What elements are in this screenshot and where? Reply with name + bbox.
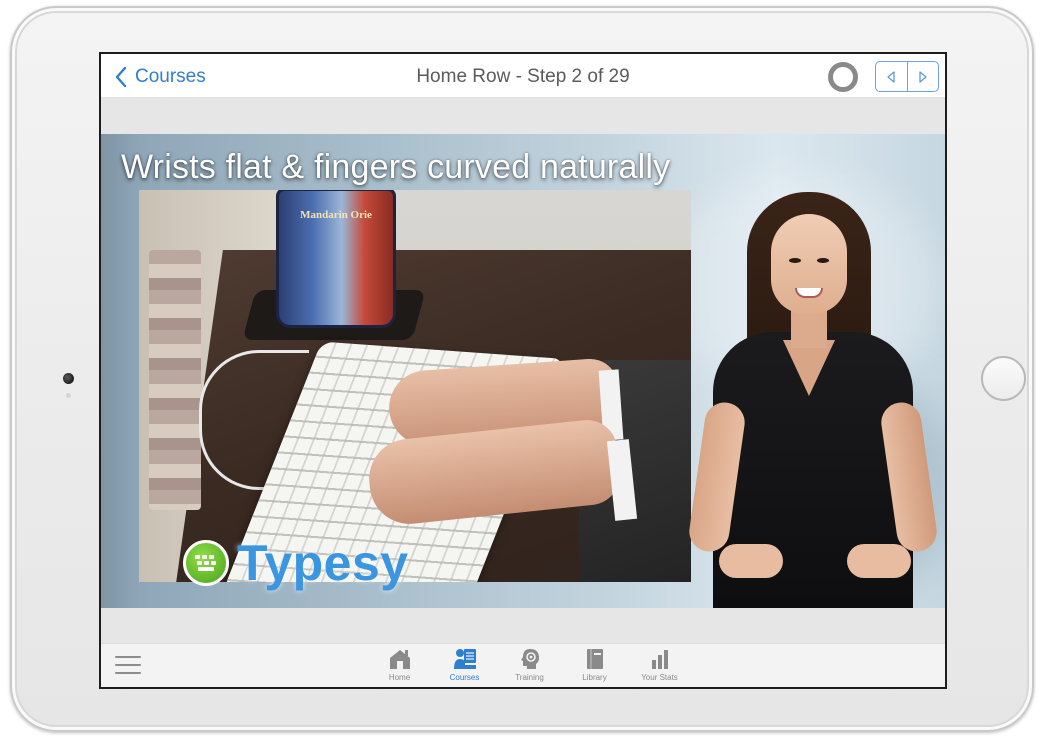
presenter-neckline (783, 340, 835, 396)
books (149, 250, 201, 510)
tab-list: Home Courses Training Library Your Stats (367, 647, 692, 682)
tab-your-stats[interactable]: Your Stats (627, 647, 692, 682)
presenter (683, 192, 945, 608)
video-bottom-margin (101, 608, 945, 647)
mug: Mandarin Orie (276, 190, 396, 328)
front-camera (63, 373, 74, 384)
lesson-video[interactable]: Mandarin Orie Wrists flat & fingers curv… (101, 134, 945, 608)
tab-library[interactable]: Library (562, 647, 627, 682)
tab-bar: Home Courses Training Library Your Stats (101, 643, 945, 687)
app-screen: Courses Home Row - Step 2 of 29 Mandarin… (99, 52, 947, 689)
presenter-neck (791, 308, 827, 348)
mug-text: Mandarin Orie (300, 209, 372, 221)
light-sensor (66, 393, 71, 398)
presenter-eye (817, 258, 829, 263)
stats-icon (651, 650, 668, 669)
courses-icon (453, 649, 476, 669)
presenter-face (771, 214, 847, 314)
triangle-left-icon (887, 70, 895, 83)
training-icon (520, 649, 539, 669)
tab-training-label: Training (515, 673, 544, 682)
keyboard-badge-icon (183, 540, 229, 586)
presenter-smile (795, 288, 823, 298)
home-hardware-button[interactable] (981, 356, 1026, 401)
tab-home[interactable]: Home (367, 647, 432, 682)
typesy-logo: Typesy (183, 534, 409, 592)
background-shade (101, 134, 141, 608)
presenter-hand (719, 544, 783, 578)
presenter-hand (847, 544, 911, 578)
hamburger-menu-icon[interactable] (115, 656, 141, 676)
typesy-wordmark: Typesy (237, 535, 409, 591)
next-step-button[interactable] (906, 62, 939, 91)
triangle-right-icon (919, 70, 927, 83)
presenter-eye (789, 258, 801, 263)
home-icon (389, 650, 410, 669)
tab-courses[interactable]: Courses (432, 647, 497, 682)
typing-demo-scene: Mandarin Orie (139, 190, 691, 582)
tab-courses-label: Courses (449, 673, 480, 682)
page-title: Home Row - Step 2 of 29 (416, 66, 630, 87)
tab-training[interactable]: Training (497, 647, 562, 682)
tab-your-stats-label: Your Stats (641, 673, 678, 682)
video-top-margin (101, 98, 945, 134)
tab-library-label: Library (582, 673, 607, 682)
progress-ring-icon[interactable] (828, 62, 858, 92)
step-navigation (875, 61, 939, 92)
video-caption: Wrists flat & fingers curved naturally (121, 148, 671, 186)
tab-home-label: Home (388, 673, 411, 682)
navigation-bar: Courses Home Row - Step 2 of 29 (101, 54, 945, 98)
previous-step-button[interactable] (876, 62, 907, 91)
library-icon (586, 649, 603, 669)
